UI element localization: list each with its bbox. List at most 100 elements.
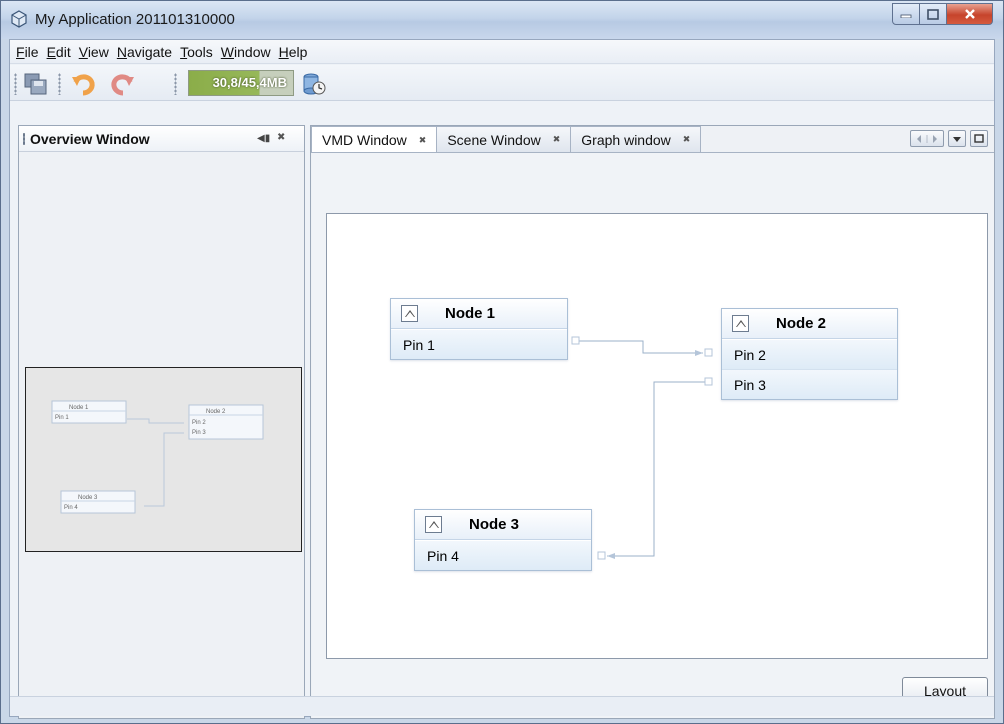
overview-body: Node 1 Pin 1 Node 2 Pin 2 Pin 3 Node 3 P… [19,153,304,718]
menu-help-label: elp [288,43,308,60]
minimap-pin-1: Pin 1 [55,415,69,421]
pin-3-anchor[interactable] [704,377,713,386]
garbage-collect-icon[interactable] [300,71,328,97]
menu-file[interactable]: File [12,44,43,60]
node-pin[interactable]: Pin 1 [391,329,567,359]
menu-window-label: indow [234,43,271,60]
pin-4-anchor[interactable] [597,551,606,560]
overview-minimap: Node 1 Pin 1 Node 2 Pin 2 Pin 3 Node 3 P… [51,400,264,514]
menu-navigate[interactable]: Navigate [113,44,176,60]
graph-edges [571,336,713,560]
edge-pin1-pin2[interactable] [578,340,703,354]
minimize-icon [900,14,912,18]
toolbar-grip[interactable] [14,73,17,95]
menu-view[interactable]: View [75,44,113,60]
app-cube-icon [11,10,27,28]
tab-scene-window-label: Scene Window [447,131,541,148]
node-title: Node 1 [445,305,496,322]
node-title: Node 2 [776,315,827,332]
menu-file-label: ile [24,43,39,60]
node-pin[interactable]: Pin 4 [415,540,591,570]
drag-grip-icon[interactable] [23,133,25,145]
undo-icon[interactable] [70,71,98,97]
tab-close-icon[interactable]: ✖ [683,134,691,145]
toolbar-separator [58,73,61,95]
edge-pin3-pin4[interactable] [607,381,705,557]
toolbar-separator-2 [174,73,177,95]
title-bar[interactable]: My Application 201101310000 [1,1,1003,39]
node-title: Node 3 [469,516,520,533]
pin-2-anchor[interactable] [704,348,713,357]
menu-edit-label: dit [55,43,71,60]
menu-view-label: iew [87,43,109,60]
tab-graph-window-label: Graph window [581,131,671,148]
menu-tools[interactable]: Tools [176,44,217,60]
minimize-panel-icon[interactable]: ◀▮ [257,133,270,144]
collapse-toggle-icon[interactable] [425,516,442,533]
menu-window-mnemonic: W [220,43,235,60]
arrow-head-icon [695,350,703,356]
graph-node-2[interactable]: Node 2 Pin 2 Pin 3 [721,308,898,400]
save-all-icon[interactable] [22,71,50,97]
toolbar: 30,8/45,4MB [10,65,994,101]
tab-scroll-arrows[interactable] [910,130,944,147]
node-pin[interactable]: Pin 3 [722,369,897,399]
collapse-toggle-icon[interactable] [401,305,418,322]
menu-bar: File Edit View Navigate Tools Window Hel… [10,40,994,64]
memory-usage-indicator[interactable]: 30,8/45,4MB [188,70,294,96]
menu-edit[interactable]: Edit [43,44,75,60]
editor-tabs: VMD Window ✖ Scene Window ✖ Graph window… [311,126,702,153]
minimize-button[interactable] [892,3,920,25]
window-title: My Application 201101310000 [35,11,235,28]
menu-help[interactable]: Help [275,44,312,60]
node-pin[interactable]: Pin 2 [722,339,897,369]
node-header[interactable]: Node 2 [722,309,897,339]
maximize-button[interactable] [920,3,947,25]
node-header[interactable]: Node 1 [391,299,567,329]
editor-area: VMD Window ✖ Scene Window ✖ Graph window… [310,125,995,719]
close-panel-icon[interactable]: ✖ [277,132,285,143]
menu-navigate-mnemonic: N [116,43,127,60]
tab-vmd-window-label: VMD Window [322,132,407,148]
minimap-node-2-title: Node 2 [206,409,226,415]
application-window: My Application 201101310000 File Edit Vi… [0,0,1004,724]
tab-close-icon[interactable]: ✖ [419,135,427,146]
menu-window[interactable]: Window [217,44,275,60]
graph-node-3[interactable]: Node 3 Pin 4 [414,509,592,571]
menu-file-mnemonic: F [16,43,25,60]
overview-header[interactable]: Overview Window ◀▮ ✖ [19,126,304,152]
overview-viewport[interactable]: Node 1 Pin 1 Node 2 Pin 2 Pin 3 Node 3 P… [25,367,302,552]
tab-graph-window[interactable]: Graph window ✖ [570,126,702,152]
tab-list-button[interactable] [948,130,966,147]
maximize-window-icon [974,134,984,143]
minimap-pin-2: Pin 2 [192,420,206,426]
minimap-pin-3: Pin 3 [192,430,206,436]
minimap-node-3-title: Node 3 [78,495,98,501]
close-icon [964,9,975,19]
graph-canvas[interactable]: Node 1 Pin 1 Node 2 Pin 2 Pin 3 Node 3 P… [326,213,988,659]
menu-view-mnemonic: V [78,43,88,60]
redo-icon[interactable] [108,71,136,97]
chevron-down-icon [953,136,961,142]
client-area: File Edit View Navigate Tools Window Hel… [9,39,995,719]
tab-close-icon[interactable]: ✖ [553,134,561,145]
menu-navigate-label: avigate [126,43,173,60]
maximize-icon [927,8,939,20]
minimap-node-1-title: Node 1 [69,405,89,411]
collapse-toggle-icon[interactable] [732,315,749,332]
status-bar [10,696,994,716]
minimap-pin-4: Pin 4 [64,505,78,511]
arrow-head-icon [607,553,615,559]
scroll-left-right-icon [917,134,937,143]
menu-edit-mnemonic: E [46,43,56,60]
graph-node-1[interactable]: Node 1 Pin 1 [390,298,568,360]
menu-help-mnemonic: H [278,43,289,60]
maximize-editor-button[interactable] [970,130,988,147]
node-header[interactable]: Node 3 [415,510,591,540]
close-button[interactable] [947,3,993,25]
vmd-window-content: Node 1 Pin 1 Node 2 Pin 2 Pin 3 Node 3 P… [312,152,994,718]
tab-scene-window[interactable]: Scene Window ✖ [436,126,572,152]
tab-vmd-window[interactable]: VMD Window ✖ [311,126,438,153]
overview-title: Overview Window [30,131,150,147]
pin-1-anchor[interactable] [571,336,580,345]
